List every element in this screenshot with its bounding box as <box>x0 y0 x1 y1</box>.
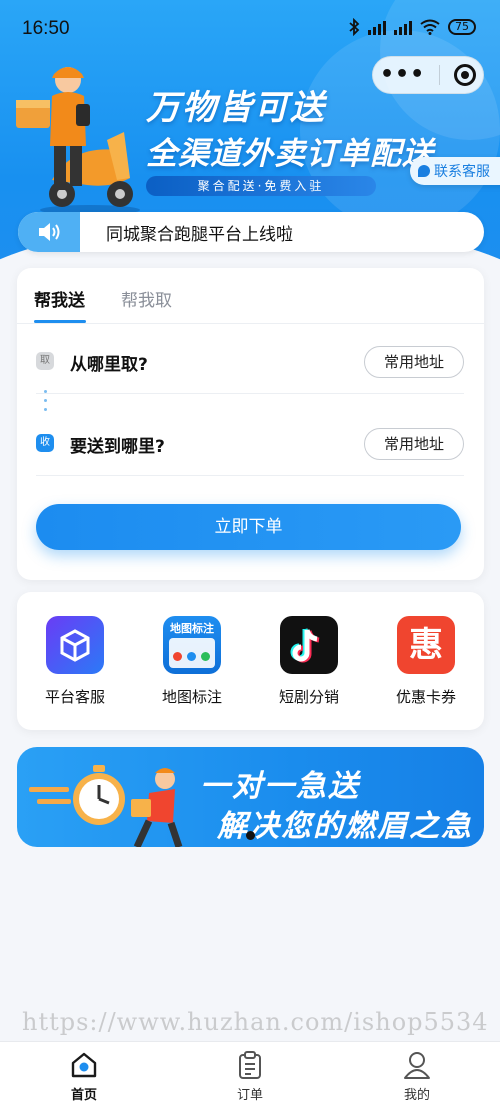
banner-tagline: 聚合配送·免费入驻 <box>146 176 376 196</box>
tab-pickup[interactable]: 帮我取 <box>121 286 172 311</box>
tab-send[interactable]: 帮我送 <box>34 286 85 311</box>
wifi-icon <box>420 19 440 35</box>
dropoff-badge: 收 <box>36 434 54 452</box>
signal-hd-icon <box>368 19 386 35</box>
dropoff-address-row[interactable]: 收 要送到哪里? 常用地址 <box>36 414 464 476</box>
menu-item-coupons[interactable]: 惠 优惠卡券 <box>376 616 476 707</box>
miniprogram-capsule: ••• <box>372 56 484 94</box>
coupon-icon-text: 惠 <box>409 625 443 665</box>
carousel-indicator <box>246 831 255 840</box>
tiktok-icon <box>280 616 338 674</box>
box-icon <box>46 616 104 674</box>
service-menu: 平台客服 地图标注 地图标注 短剧分销 惠 优惠卡券 <box>17 592 484 730</box>
banner-title-line1: 万物皆可送 <box>146 88 326 128</box>
contact-service-button[interactable]: 联系客服 <box>410 157 500 185</box>
battery-icon: 75 <box>448 19 476 35</box>
pickup-common-address-button[interactable]: 常用地址 <box>364 346 464 378</box>
pickup-address-label[interactable]: 从哪里取? <box>70 350 148 375</box>
place-order-button[interactable]: 立即下单 <box>36 504 461 550</box>
dropoff-common-address-button[interactable]: 常用地址 <box>364 428 464 460</box>
menu-label: 短剧分销 <box>278 688 339 706</box>
status-icons: 75 <box>348 18 476 36</box>
watermark: https://www.huzhan.com/ishop5534 <box>22 1008 489 1036</box>
menu-label: 地图标注 <box>161 688 222 706</box>
map-icon-panel <box>169 638 215 668</box>
stopwatch-runner-illustration <box>29 765 183 847</box>
more-icon[interactable]: ••• <box>380 64 425 86</box>
speaker-icon <box>18 212 80 252</box>
menu-label: 平台客服 <box>44 688 105 706</box>
promo-line2: 解决您的燃眉之急 <box>217 809 473 844</box>
close-target-icon[interactable] <box>454 64 477 86</box>
status-bar: 16:50 75 <box>0 0 500 58</box>
capsule-divider <box>439 65 441 85</box>
banner-title-line2: 全渠道外卖订单配送 <box>146 136 434 172</box>
notice-bar[interactable]: 同城聚合跑腿平台上线啦 <box>18 212 484 252</box>
coupon-icon: 惠 <box>397 616 455 674</box>
notice-text: 同城聚合跑腿平台上线啦 <box>106 224 293 245</box>
status-time: 16:50 <box>22 18 70 39</box>
contact-service-label: 联系客服 <box>434 164 490 180</box>
bottom-tab-bar: 首页 订单 我的 <box>0 1041 500 1111</box>
tabbar-item-home[interactable]: 首页 <box>44 1050 124 1103</box>
tabbar-label: 订单 <box>236 1088 263 1103</box>
dropoff-address-label[interactable]: 要送到哪里? <box>70 432 165 457</box>
user-icon <box>404 1052 430 1079</box>
tabbar-item-mine[interactable]: 我的 <box>377 1050 457 1103</box>
map-icon-text: 地图标注 <box>170 622 214 635</box>
order-card: 帮我送 帮我取 取 从哪里取? 常用地址 收 要送到哪里? 常用地址 立即下单 <box>17 268 484 580</box>
promo-line1: 一对一急送 <box>200 769 360 804</box>
order-tabs: 帮我送 帮我取 <box>17 268 484 324</box>
tabbar-item-orders[interactable]: 订单 <box>210 1050 290 1103</box>
map-annotation-icon: 地图标注 <box>163 616 221 674</box>
active-tab-indicator <box>34 320 86 323</box>
menu-item-map-annotation[interactable]: 地图标注 地图标注 <box>142 616 242 707</box>
pickup-address-row[interactable]: 取 从哪里取? 常用地址 <box>36 332 464 394</box>
chat-bubble-icon <box>418 165 430 177</box>
tabbar-label: 首页 <box>70 1088 97 1103</box>
menu-item-short-drama[interactable]: 短剧分销 <box>259 616 359 707</box>
signal-hd-icon <box>394 19 412 35</box>
courier-scooter-illustration <box>16 67 140 215</box>
tabbar-label: 我的 <box>403 1088 430 1103</box>
bluetooth-icon <box>349 18 360 36</box>
menu-item-platform-service[interactable]: 平台客服 <box>25 616 125 707</box>
clipboard-icon <box>239 1051 261 1079</box>
home-icon <box>71 1052 97 1078</box>
menu-label: 优惠卡券 <box>395 688 456 706</box>
pickup-badge: 取 <box>36 352 54 370</box>
